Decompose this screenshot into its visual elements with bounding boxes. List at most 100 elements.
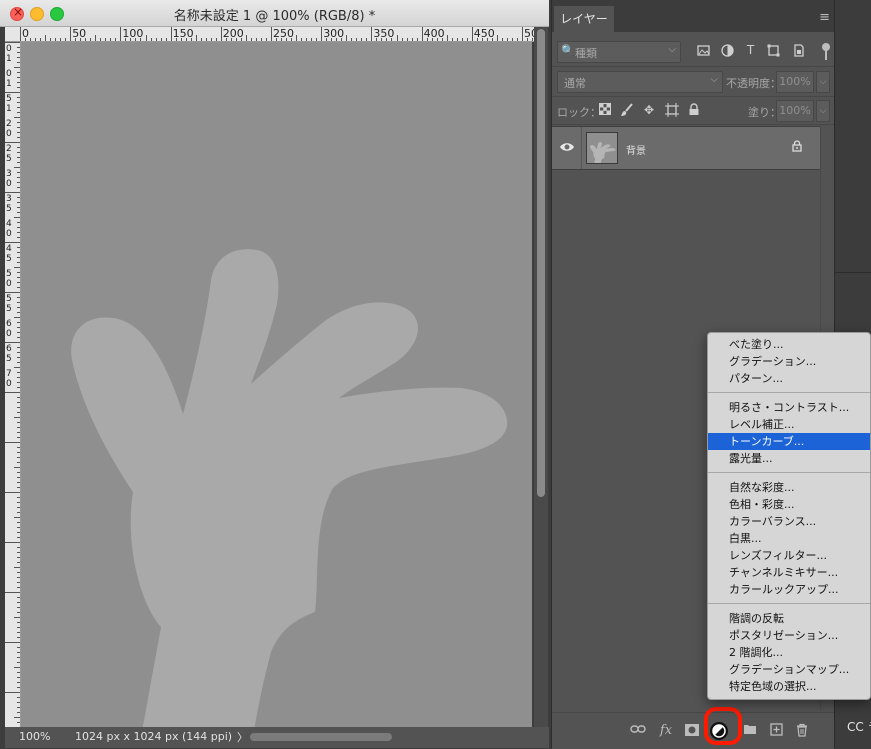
ruler-tick xyxy=(150,38,152,41)
zoom-level[interactable]: 100% xyxy=(19,730,50,743)
status-chevron-icon[interactable]: 〉 xyxy=(237,729,248,745)
ruler-tick xyxy=(386,38,388,41)
menu-item[interactable]: カラールックアップ... xyxy=(708,581,870,598)
layer-name[interactable]: 背景 xyxy=(626,142,646,157)
trash-icon[interactable] xyxy=(794,723,810,739)
vertical-ruler-label: 0 xyxy=(6,69,12,79)
ruler-tick xyxy=(371,27,373,41)
ruler-tick xyxy=(286,38,288,41)
vertical-ruler-tick xyxy=(17,147,20,148)
vertical-ruler-tick xyxy=(17,102,20,103)
canvas-vertical-scroll-thumb[interactable] xyxy=(537,29,545,497)
vertical-ruler[interactable]: 0101512025303540455055606570 xyxy=(5,42,21,727)
fill-input[interactable]: 100% xyxy=(776,100,814,122)
menu-item[interactable]: 白黒... xyxy=(708,530,870,547)
vertical-ruler-tick xyxy=(14,267,20,268)
ruler-tick xyxy=(220,27,222,41)
menu-item[interactable]: カラーバランス... xyxy=(708,513,870,530)
menu-item[interactable]: チャンネルミキサー... xyxy=(708,564,870,581)
menu-item[interactable]: 露光量... xyxy=(708,450,870,467)
menu-item[interactable]: レベル補正... xyxy=(708,416,870,433)
menu-item[interactable]: グラデーション... xyxy=(708,353,870,370)
vertical-ruler-label: 1 xyxy=(6,54,12,64)
ruler-tick xyxy=(35,38,37,41)
vertical-ruler-label: 2 xyxy=(6,144,12,154)
opacity-input[interactable]: 100% xyxy=(776,71,814,93)
lock-transparency-icon[interactable] xyxy=(598,103,612,117)
ruler-tick xyxy=(240,38,242,41)
vertical-ruler-tick xyxy=(17,287,20,288)
vertical-ruler-tick xyxy=(17,337,20,338)
menu-item[interactable]: レンズフィルター... xyxy=(708,547,870,564)
lock-all-icon[interactable] xyxy=(687,103,701,117)
vertical-ruler-tick xyxy=(17,487,20,488)
vertical-ruler-label: 6 xyxy=(6,319,12,329)
visibility-eye-icon[interactable] xyxy=(559,141,575,153)
vertical-ruler-tick xyxy=(17,82,20,83)
layer-style-fx-icon[interactable]: fx xyxy=(658,723,674,739)
hamburger-icon[interactable]: ≡ xyxy=(819,10,830,25)
document-canvas[interactable] xyxy=(21,42,532,727)
vertical-ruler-tick xyxy=(17,212,20,213)
vertical-ruler-tick xyxy=(14,467,20,468)
menu-item[interactable]: 2 階調化... xyxy=(708,644,870,661)
horizontal-ruler[interactable]: 05010015020025030035040045050 xyxy=(20,27,535,42)
ruler-origin[interactable] xyxy=(5,27,21,42)
ruler-tick xyxy=(276,38,278,41)
ruler-tick xyxy=(45,35,47,41)
menu-item[interactable]: ポスタリゼーション... xyxy=(708,627,870,644)
menu-item[interactable]: グラデーションマップ... xyxy=(708,661,870,678)
new-group-folder-icon[interactable] xyxy=(742,723,758,739)
link-layers-icon[interactable] xyxy=(630,723,646,739)
vertical-ruler-tick xyxy=(17,237,20,238)
opacity-dropdown-button[interactable]: ⌵ xyxy=(816,71,830,93)
vertical-ruler-tick xyxy=(17,252,20,253)
vertical-ruler-tick xyxy=(17,422,20,423)
layer-row-separator xyxy=(581,127,582,169)
vertical-ruler-tick xyxy=(17,312,20,313)
menu-item[interactable]: トーンカーブ... xyxy=(708,433,870,450)
ruler-tick xyxy=(20,27,21,41)
menu-item[interactable]: 階調の反転 xyxy=(708,610,870,627)
lock-position-move-icon[interactable]: ✥ xyxy=(642,103,656,117)
adjustment-layer-icon[interactable] xyxy=(710,722,728,740)
ruler-tick xyxy=(40,38,42,41)
vertical-ruler-tick xyxy=(17,677,20,678)
blend-mode-select[interactable]: 通常 ⌵ xyxy=(557,71,723,93)
cc-libraries-tab[interactable]: CC ラ xyxy=(847,718,871,735)
tab-layers[interactable]: レイヤー xyxy=(554,6,614,32)
layers-bottom-toolbar: fx xyxy=(552,707,834,749)
layer-row[interactable]: 背景 xyxy=(552,126,820,170)
ruler-tick xyxy=(265,38,267,41)
vertical-ruler-tick xyxy=(5,392,20,393)
canvas-horizontal-scroll-thumb[interactable] xyxy=(250,733,392,741)
image-filter-icon[interactable] xyxy=(697,44,710,57)
fill-dropdown-button[interactable]: ⌵ xyxy=(816,100,830,122)
new-layer-icon[interactable] xyxy=(768,723,784,739)
smart-object-filter-icon[interactable] xyxy=(792,44,805,57)
lock-artboard-icon[interactable] xyxy=(665,103,679,117)
menu-item[interactable]: 色相・彩度... xyxy=(708,496,870,513)
ruler-tick xyxy=(306,38,308,41)
vertical-ruler-tick xyxy=(17,462,20,463)
menu-item[interactable]: パターン... xyxy=(708,370,870,387)
adjustment-filter-icon[interactable] xyxy=(721,44,734,57)
vertical-ruler-label: 0 xyxy=(6,179,12,189)
canvas-vertical-scrollbar[interactable] xyxy=(534,27,548,727)
filter-kind-select[interactable]: 🔍 種類 ⌵ xyxy=(557,41,681,63)
menu-item[interactable]: べた塗り... xyxy=(708,336,870,353)
vertical-ruler-label: 7 xyxy=(6,369,12,379)
menu-item[interactable]: 明るさ・コントラスト... xyxy=(708,399,870,416)
shape-filter-icon[interactable] xyxy=(767,44,780,57)
type-filter-icon[interactable]: T xyxy=(744,44,757,57)
vertical-ruler-tick xyxy=(14,717,20,718)
lock-pixels-brush-icon[interactable] xyxy=(620,103,634,117)
menu-item[interactable]: 特定色域の選択... xyxy=(708,678,870,695)
menu-item[interactable]: 自然な彩度... xyxy=(708,479,870,496)
layer-thumbnail[interactable] xyxy=(586,132,618,164)
add-mask-icon[interactable] xyxy=(684,723,700,739)
layer-lock-icon[interactable] xyxy=(792,140,802,155)
ruler-tick xyxy=(316,38,318,41)
document-size-info: 1024 px x 1024 px (144 ppi) xyxy=(75,730,233,743)
vertical-ruler-label: 2 xyxy=(6,119,12,129)
